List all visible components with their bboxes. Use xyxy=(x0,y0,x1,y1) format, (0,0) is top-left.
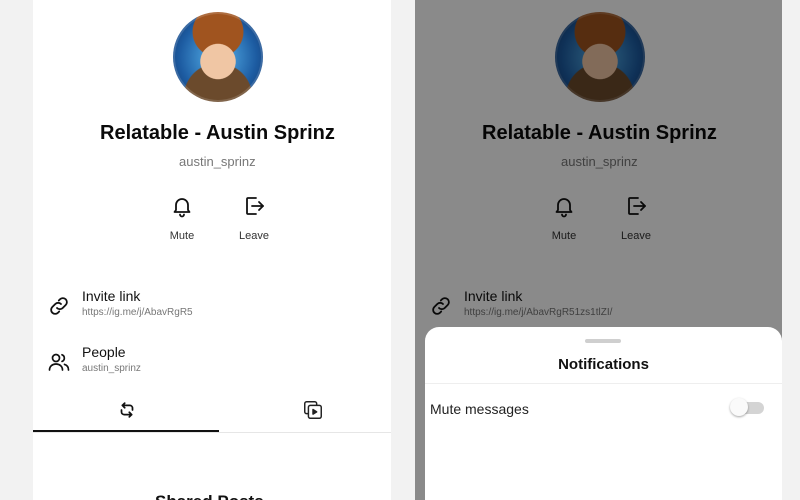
tab-shared-posts[interactable] xyxy=(33,392,219,432)
people-row[interactable]: People austin_sprinz xyxy=(47,344,377,384)
people-member: austin_sprinz xyxy=(82,363,141,374)
sheet-drag-handle[interactable] xyxy=(585,339,621,343)
notifications-sheet: Notifications Mute messages xyxy=(425,327,782,500)
group-avatar[interactable] xyxy=(173,12,263,102)
leave-label: Leave xyxy=(239,230,269,242)
mute-messages-label: Mute messages xyxy=(430,401,529,417)
shared-posts-heading: Shared Posts xyxy=(155,492,264,500)
chat-details-panel: Relatable - Austin Sprinz austin_sprinz … xyxy=(33,0,391,500)
tab-media[interactable] xyxy=(219,392,391,432)
link-icon xyxy=(50,297,68,315)
notifications-title: Notifications xyxy=(558,356,649,373)
mute-label: Mute xyxy=(169,230,195,242)
mute-messages-toggle[interactable] xyxy=(730,398,766,416)
chat-details-panel-with-sheet: Relatable - Austin Sprinz austin_sprinz … xyxy=(415,0,782,500)
repost-icon xyxy=(120,402,134,418)
invite-link-title: Invite link xyxy=(82,288,141,304)
people-icon xyxy=(48,353,70,371)
invite-link-url: https://ig.me/j/AbavRgR5 xyxy=(82,307,193,318)
invite-link-row[interactable]: Invite link https://ig.me/j/AbavRgR5 xyxy=(47,288,377,328)
leave-button[interactable]: Leave xyxy=(224,194,284,250)
media-collection-icon xyxy=(304,401,322,419)
mute-button[interactable]: Mute xyxy=(152,194,212,250)
bell-icon xyxy=(173,198,191,218)
group-username: austin_sprinz xyxy=(179,154,256,169)
toggle-knob xyxy=(730,398,748,416)
people-title: People xyxy=(82,344,126,360)
leave-icon xyxy=(246,197,264,215)
sheet-divider xyxy=(425,383,782,384)
group-title: Relatable - Austin Sprinz xyxy=(100,122,335,144)
content-tabs xyxy=(33,392,391,433)
